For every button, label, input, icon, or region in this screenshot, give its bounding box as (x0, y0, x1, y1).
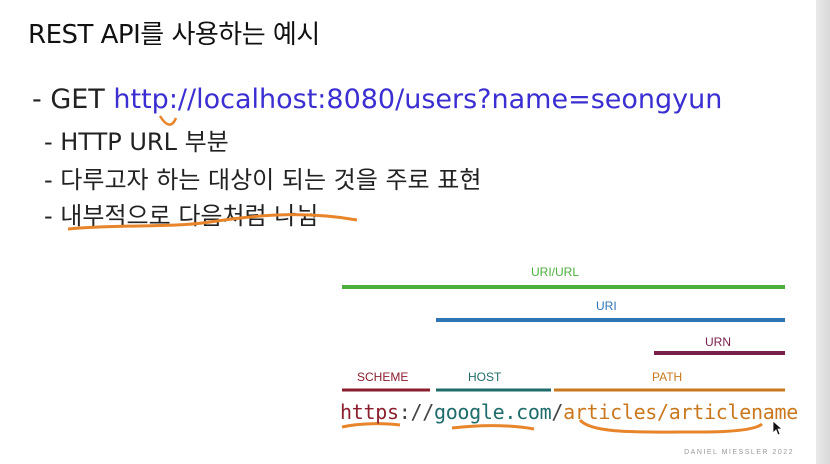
url-host: google.com (433, 400, 552, 424)
uri-diagram (67, 115, 785, 434)
annotation-underline-url (158, 115, 178, 126)
label-host: HOST (468, 370, 502, 384)
label-scheme: SCHEME (357, 370, 409, 384)
mouse-cursor-icon (772, 420, 784, 436)
annotation-underline-split (67, 213, 358, 231)
diagram-url: https://google.com/articles/articlename (340, 400, 798, 424)
label-urn: URN (705, 335, 731, 349)
diagram-credit: DANIEL MIESSLER 2022 (684, 449, 794, 456)
label-uri-url: URI/URL (531, 265, 580, 279)
annotation-underline-scheme (341, 422, 401, 429)
url-separator: :// (398, 400, 435, 424)
url-separator-slash: / (551, 400, 564, 424)
label-path: PATH (652, 370, 683, 384)
url-scheme: https (340, 400, 399, 424)
annotation-underline-host (451, 424, 535, 431)
label-uri: URI (596, 299, 617, 313)
url-path: articles/articlename (563, 400, 798, 424)
